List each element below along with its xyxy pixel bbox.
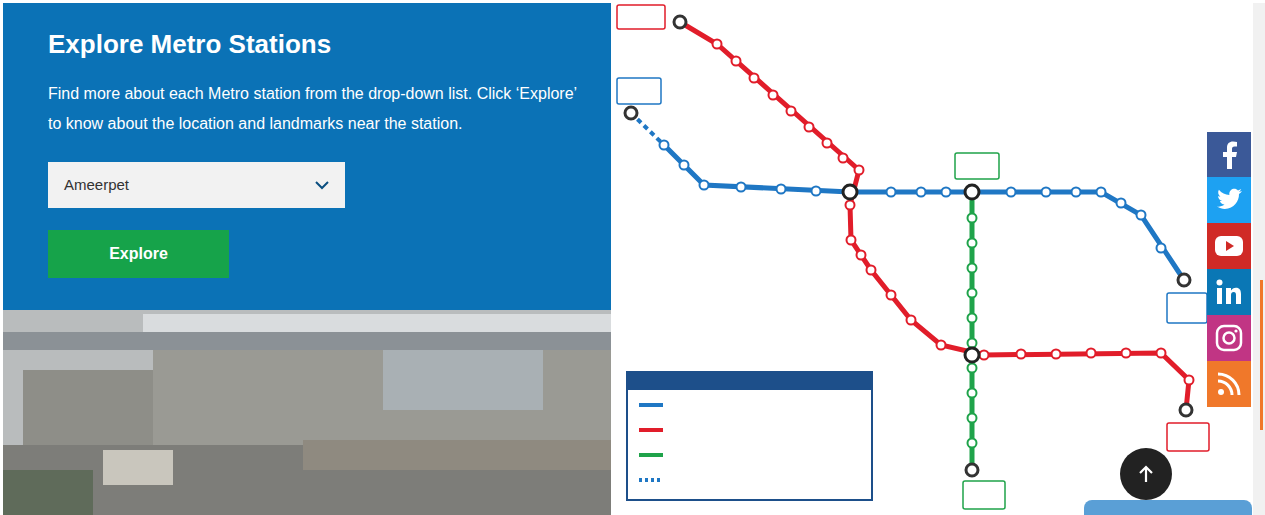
interchange-dot (965, 348, 979, 362)
station-dot (942, 188, 951, 197)
explore-button-label: Explore (109, 242, 168, 266)
panel-title: Explore Metro Stations (48, 27, 611, 61)
facebook-link[interactable] (1207, 132, 1251, 177)
station-dot (937, 341, 946, 350)
station-dot (968, 239, 977, 248)
station-dot (1017, 350, 1026, 359)
station-dot (917, 188, 926, 197)
scrollbar[interactable] (1253, 3, 1265, 515)
station-dot (1178, 274, 1190, 286)
metro-map-icon (611, 3, 1253, 515)
station-dot (1122, 349, 1131, 358)
station-dot (968, 439, 977, 448)
linkedin-link[interactable] (1207, 269, 1251, 315)
station-dot (966, 464, 978, 476)
station-dot (787, 107, 796, 116)
youtube-icon (1215, 236, 1243, 256)
station-dot (980, 351, 989, 360)
interchange-dot (843, 185, 857, 199)
linkedin-icon (1216, 279, 1242, 305)
back-to-top-button[interactable] (1120, 448, 1172, 500)
station-dot (867, 266, 876, 275)
station-dot (1157, 349, 1166, 358)
station-dot (674, 16, 686, 28)
station-dot (968, 214, 977, 223)
station-dot (968, 289, 977, 298)
rss-icon (1217, 372, 1241, 396)
instagram-link[interactable] (1207, 315, 1251, 361)
facebook-icon (1219, 141, 1239, 169)
station-dot (625, 107, 637, 119)
station-dot (887, 291, 896, 300)
station-dot (907, 316, 916, 325)
station-select-value: Ameerpet (64, 174, 129, 197)
station-dot (1007, 188, 1016, 197)
station-dot (750, 74, 759, 83)
station-select[interactable]: Ameerpet (48, 162, 345, 208)
social-bar (1207, 132, 1251, 407)
station-dot (855, 166, 864, 175)
station-dot (1072, 188, 1081, 197)
station-dot (769, 91, 778, 100)
station-dot (968, 389, 977, 398)
arrow-up-icon (1138, 465, 1154, 483)
station-photo (3, 310, 611, 515)
station-dot (968, 414, 977, 423)
youtube-link[interactable] (1207, 223, 1251, 269)
station-dot (1087, 349, 1096, 358)
station-dot (700, 181, 709, 190)
station-dot (777, 185, 786, 194)
station-dot (887, 188, 896, 197)
page: Explore Metro Stations Find more about e… (0, 0, 1265, 515)
station-dot (966, 186, 978, 198)
station-dot (847, 236, 856, 245)
station-dot (1157, 244, 1166, 253)
station-dot (857, 251, 866, 260)
station-dot (1180, 404, 1192, 416)
rss-link[interactable] (1207, 361, 1251, 407)
explore-button[interactable]: Explore (48, 230, 229, 278)
station-dot (846, 201, 855, 210)
station-dot (839, 154, 848, 163)
instagram-icon (1215, 324, 1243, 352)
explore-column: Explore Metro Stations Find more about e… (3, 3, 611, 515)
station-dot (1097, 188, 1106, 197)
station-dot (805, 123, 814, 132)
station-dot (680, 161, 689, 170)
explore-panel: Explore Metro Stations Find more about e… (3, 3, 611, 310)
station-dot (1185, 376, 1194, 385)
station-dot (968, 264, 977, 273)
metro-map (611, 3, 1253, 515)
station-dot (732, 57, 741, 66)
station-dot (1117, 199, 1126, 208)
station-dot (660, 141, 669, 150)
station-dot (968, 364, 977, 373)
station-dot (1052, 350, 1061, 359)
interchange-dot (965, 185, 979, 199)
scrollbar-thumb[interactable] (1260, 280, 1263, 430)
station-dot (1137, 211, 1146, 220)
station-dot (968, 314, 977, 323)
station-photo-icon (3, 310, 611, 515)
chevron-down-icon (315, 181, 329, 190)
station-dot (823, 139, 832, 148)
station-dot (968, 339, 977, 348)
twitter-link[interactable] (1207, 177, 1251, 223)
station-dot (713, 40, 722, 49)
station-dot (812, 187, 821, 196)
station-dot (1042, 188, 1051, 197)
chat-tab[interactable] (1084, 500, 1252, 515)
station-dot (737, 183, 746, 192)
panel-description: Find more about each Metro station from … (48, 79, 588, 139)
twitter-icon (1215, 188, 1243, 212)
